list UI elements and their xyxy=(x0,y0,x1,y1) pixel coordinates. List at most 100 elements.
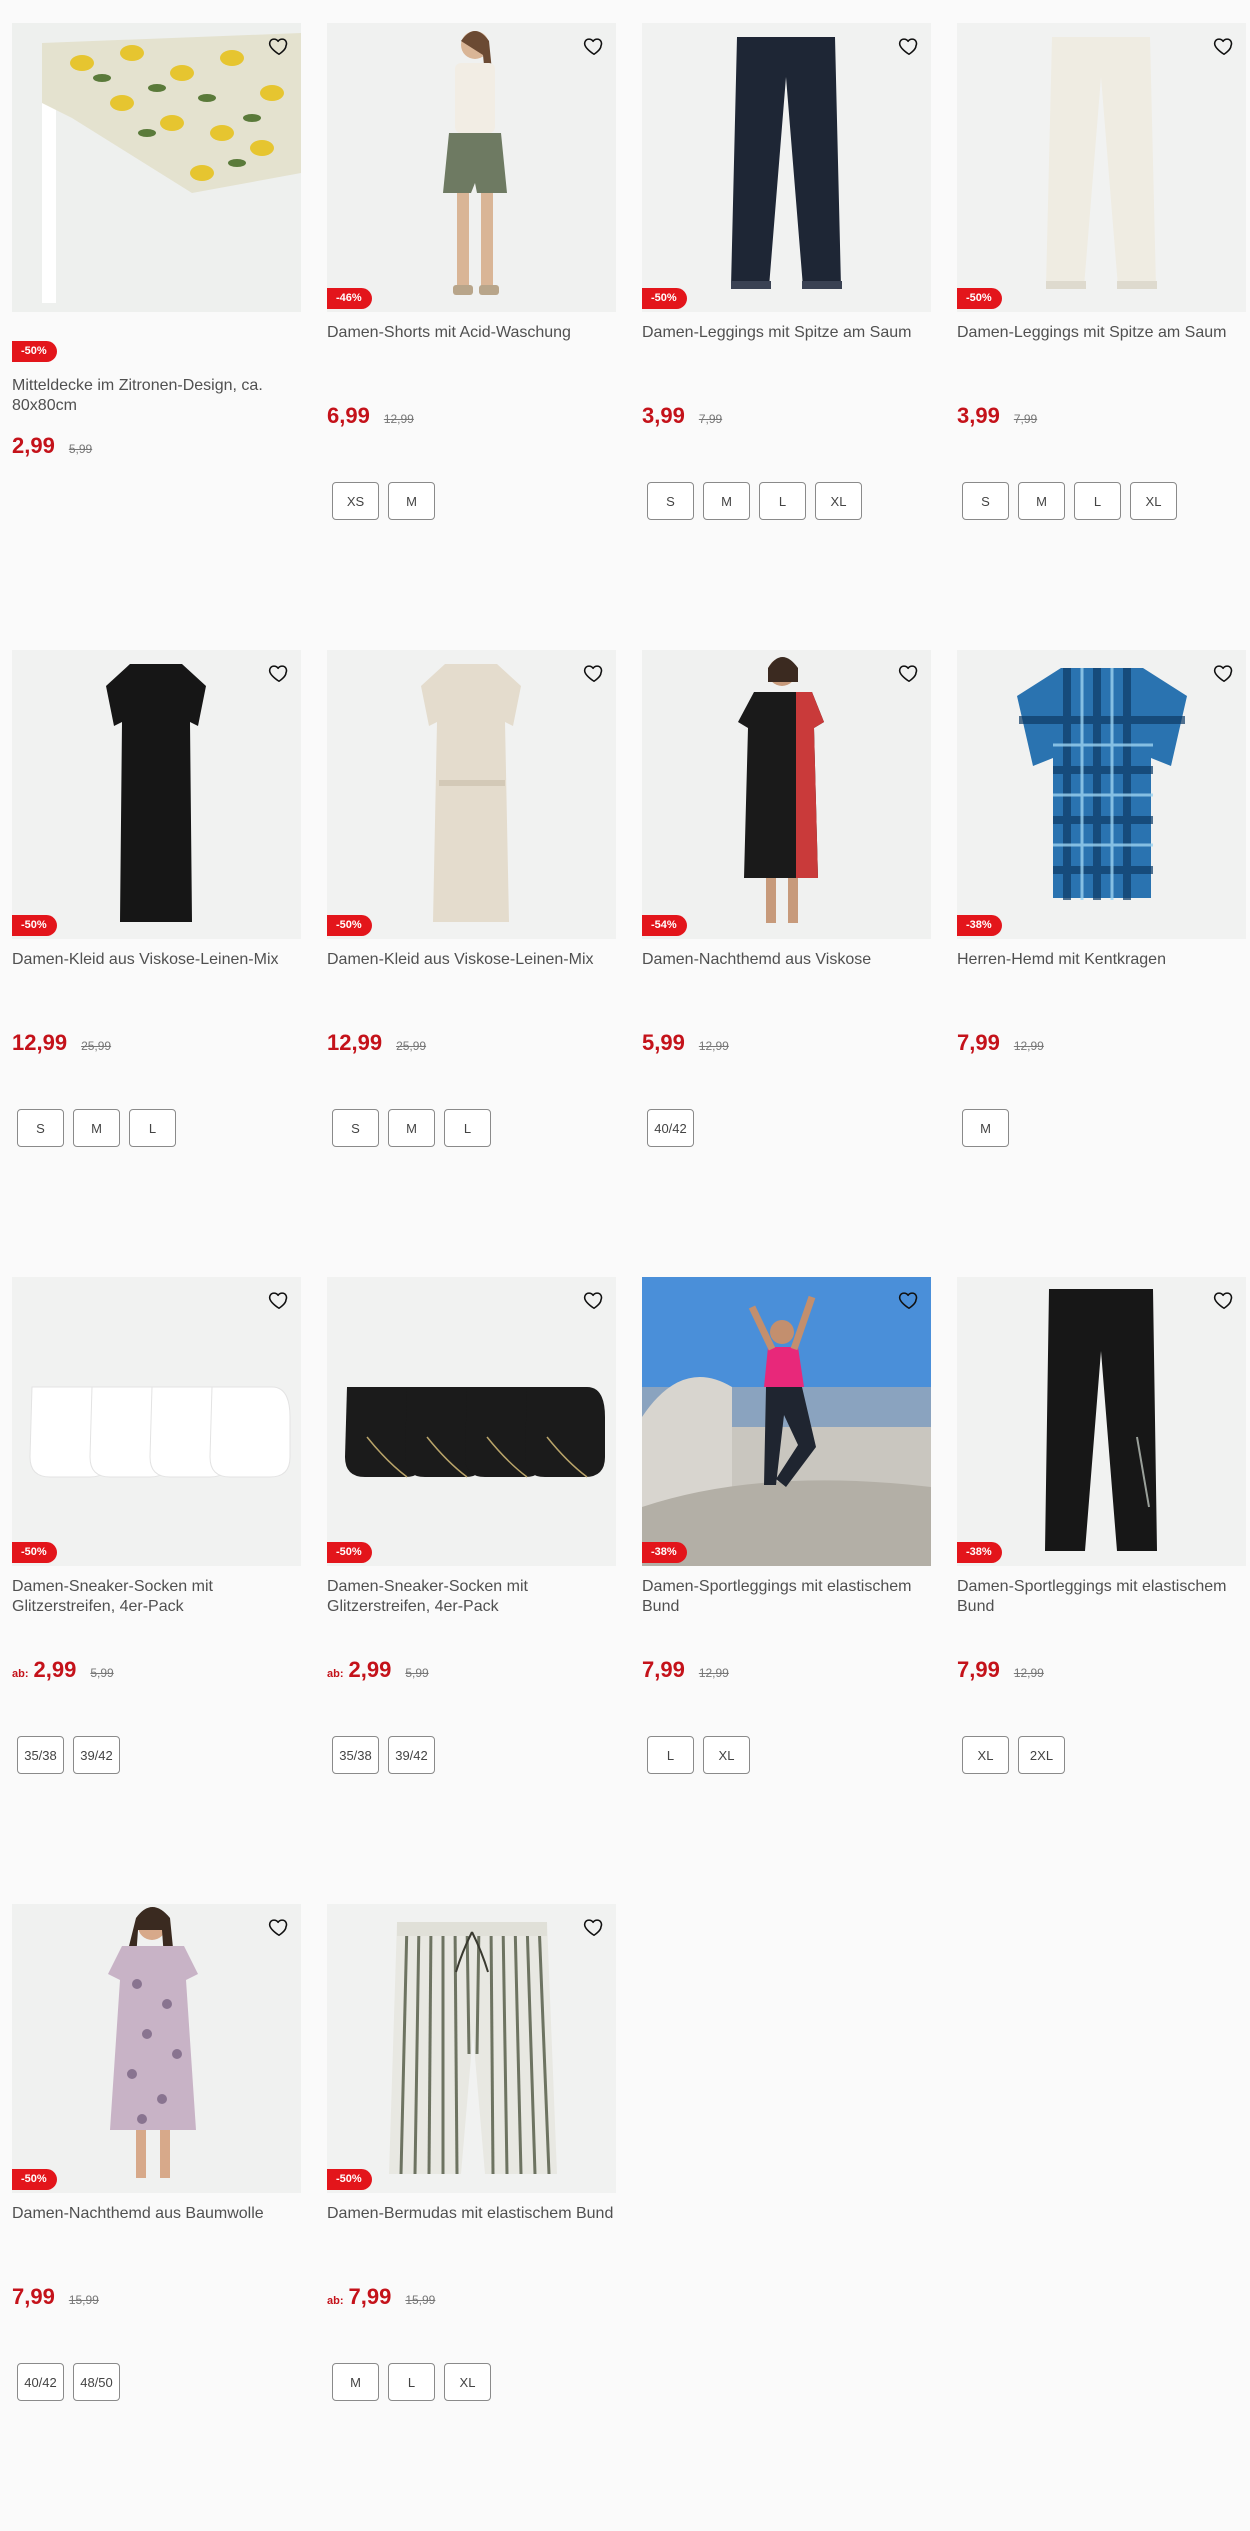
product-title[interactable]: Damen-Bermudas mit elastischem Bund xyxy=(327,2204,616,2224)
product-card[interactable]: -50% Damen-Bermudas mit elastischem Bund… xyxy=(327,1904,616,2531)
product-card[interactable]: -50% Damen-Sneaker-Socken mit Glitzerstr… xyxy=(12,1277,301,1904)
size-option[interactable]: S xyxy=(332,1109,379,1147)
discount-badge: -46% xyxy=(327,288,372,309)
wishlist-heart-icon[interactable] xyxy=(1207,1283,1241,1317)
product-image[interactable] xyxy=(12,1904,301,2193)
size-option[interactable]: M xyxy=(388,482,435,520)
product-image[interactable] xyxy=(642,1277,931,1566)
product-image[interactable] xyxy=(12,23,301,312)
size-option[interactable]: XL xyxy=(1130,482,1177,520)
size-option[interactable]: L xyxy=(444,1109,491,1147)
product-title[interactable]: Damen-Leggings mit Spitze am Saum xyxy=(642,323,931,343)
size-option[interactable]: 35/38 xyxy=(17,1736,64,1774)
size-option[interactable]: M xyxy=(388,1109,435,1147)
wishlist-heart-icon[interactable] xyxy=(577,656,611,690)
product-title[interactable]: Damen-Kleid aus Viskose-Leinen-Mix xyxy=(12,950,301,970)
size-option[interactable]: L xyxy=(388,2363,435,2401)
size-option[interactable]: 35/38 xyxy=(332,1736,379,1774)
product-title[interactable]: Damen-Sneaker-Socken mit Glitzerstreifen… xyxy=(12,1577,301,1617)
size-option[interactable]: 40/42 xyxy=(647,1109,694,1147)
product-title[interactable]: Damen-Shorts mit Acid-Waschung xyxy=(327,323,616,343)
product-image[interactable] xyxy=(957,1277,1246,1566)
product-card[interactable]: -38% Herren-Hemd mit Kentkragen 7,99 12,… xyxy=(957,650,1246,1277)
product-title[interactable]: Damen-Leggings mit Spitze am Saum xyxy=(957,323,1246,343)
wishlist-heart-icon[interactable] xyxy=(262,1283,296,1317)
product-card[interactable]: -50% Damen-Nachthemd aus Baumwolle 7,99 … xyxy=(12,1904,301,2531)
product-card[interactable]: -50% Mitteldecke im Zitronen-Design, ca.… xyxy=(12,23,301,650)
size-option[interactable]: M xyxy=(962,1109,1009,1147)
product-title[interactable]: Damen-Sportleggings mit elastischem Bund xyxy=(957,1577,1246,1617)
product-card[interactable]: -54% Damen-Nachthemd aus Viskose 5,99 12… xyxy=(642,650,931,1277)
wishlist-heart-icon[interactable] xyxy=(892,656,926,690)
size-option[interactable]: S xyxy=(962,482,1009,520)
size-option[interactable]: S xyxy=(17,1109,64,1147)
dress-black-image xyxy=(12,650,301,939)
size-option[interactable]: XL xyxy=(962,1736,1009,1774)
size-option[interactable]: 39/42 xyxy=(73,1736,120,1774)
product-card[interactable]: -50% Damen-Leggings mit Spitze am Saum 3… xyxy=(957,23,1246,650)
wishlist-heart-icon[interactable] xyxy=(577,1910,611,1944)
wishlist-heart-icon[interactable] xyxy=(892,29,926,63)
product-title[interactable]: Mitteldecke im Zitronen-Design, ca. 80x8… xyxy=(12,376,301,416)
product-image[interactable] xyxy=(327,1277,616,1566)
product-title[interactable]: Damen-Sneaker-Socken mit Glitzerstreifen… xyxy=(327,1577,616,1617)
size-options: 35/38 39/42 xyxy=(17,1736,120,1774)
product-image[interactable] xyxy=(12,1277,301,1566)
wishlist-heart-icon[interactable] xyxy=(1207,29,1241,63)
product-title[interactable]: Herren-Hemd mit Kentkragen xyxy=(957,950,1246,970)
size-option[interactable]: 40/42 xyxy=(17,2363,64,2401)
product-image[interactable] xyxy=(642,23,931,312)
original-price: 7,99 xyxy=(698,412,723,426)
wishlist-heart-icon[interactable] xyxy=(577,29,611,63)
size-option[interactable]: S xyxy=(647,482,694,520)
size-option[interactable]: M xyxy=(332,2363,379,2401)
product-card[interactable]: -46% Damen-Shorts mit Acid-Waschung 6,99… xyxy=(327,23,616,650)
wishlist-heart-icon[interactable] xyxy=(577,1283,611,1317)
wishlist-heart-icon[interactable] xyxy=(892,1283,926,1317)
current-price: 7,99 xyxy=(957,1030,1000,1055)
product-image[interactable] xyxy=(957,23,1246,312)
wishlist-heart-icon[interactable] xyxy=(262,29,296,63)
size-option[interactable]: 48/50 xyxy=(73,2363,120,2401)
size-option[interactable]: 39/42 xyxy=(388,1736,435,1774)
product-image[interactable] xyxy=(12,650,301,939)
product-title[interactable]: Damen-Nachthemd aus Viskose xyxy=(642,950,931,970)
wishlist-heart-icon[interactable] xyxy=(262,1910,296,1944)
current-price: 2,99 xyxy=(348,1657,392,1682)
product-card[interactable]: -50% Damen-Leggings mit Spitze am Saum 3… xyxy=(642,23,931,650)
product-title[interactable]: Damen-Sportleggings mit elastischem Bund xyxy=(642,1577,931,1617)
product-card[interactable]: -38% Damen-Sportleggings mit elastischem… xyxy=(642,1277,931,1904)
product-image[interactable] xyxy=(957,650,1246,939)
size-option[interactable]: L xyxy=(129,1109,176,1147)
size-option[interactable]: L xyxy=(647,1736,694,1774)
product-card[interactable]: -38% Damen-Sportleggings mit elastischem… xyxy=(957,1277,1246,1904)
size-options: 40/42 xyxy=(647,1109,694,1147)
product-image[interactable] xyxy=(327,1904,616,2193)
size-option[interactable]: XL xyxy=(444,2363,491,2401)
original-price: 15,99 xyxy=(68,2293,99,2307)
wishlist-heart-icon[interactable] xyxy=(1207,656,1241,690)
product-image[interactable] xyxy=(327,23,616,312)
price-row: 5,99 12,99 xyxy=(642,1030,729,1056)
size-option[interactable]: L xyxy=(1074,482,1121,520)
wishlist-heart-icon[interactable] xyxy=(262,656,296,690)
product-image[interactable] xyxy=(642,650,931,939)
price-row: 12,99 25,99 xyxy=(327,1030,426,1056)
size-option[interactable]: 2XL xyxy=(1018,1736,1065,1774)
size-option[interactable]: XL xyxy=(703,1736,750,1774)
product-title[interactable]: Damen-Kleid aus Viskose-Leinen-Mix xyxy=(327,950,616,970)
price-row: 3,99 7,99 xyxy=(957,403,1037,429)
product-card[interactable]: -50% Damen-Kleid aus Viskose-Leinen-Mix … xyxy=(327,650,616,1277)
size-option[interactable]: M xyxy=(73,1109,120,1147)
price-row: 3,99 7,99 xyxy=(642,403,722,429)
original-price: 12,99 xyxy=(1013,1666,1044,1680)
size-option[interactable]: XS xyxy=(332,482,379,520)
product-card[interactable]: -50% Damen-Kleid aus Viskose-Leinen-Mix … xyxy=(12,650,301,1277)
product-image[interactable] xyxy=(327,650,616,939)
size-option[interactable]: M xyxy=(703,482,750,520)
size-option[interactable]: XL xyxy=(815,482,862,520)
size-option[interactable]: L xyxy=(759,482,806,520)
size-option[interactable]: M xyxy=(1018,482,1065,520)
product-card[interactable]: -50% Damen-Sneaker-Socken mit Glitzerstr… xyxy=(327,1277,616,1904)
product-title[interactable]: Damen-Nachthemd aus Baumwolle xyxy=(12,2204,301,2224)
